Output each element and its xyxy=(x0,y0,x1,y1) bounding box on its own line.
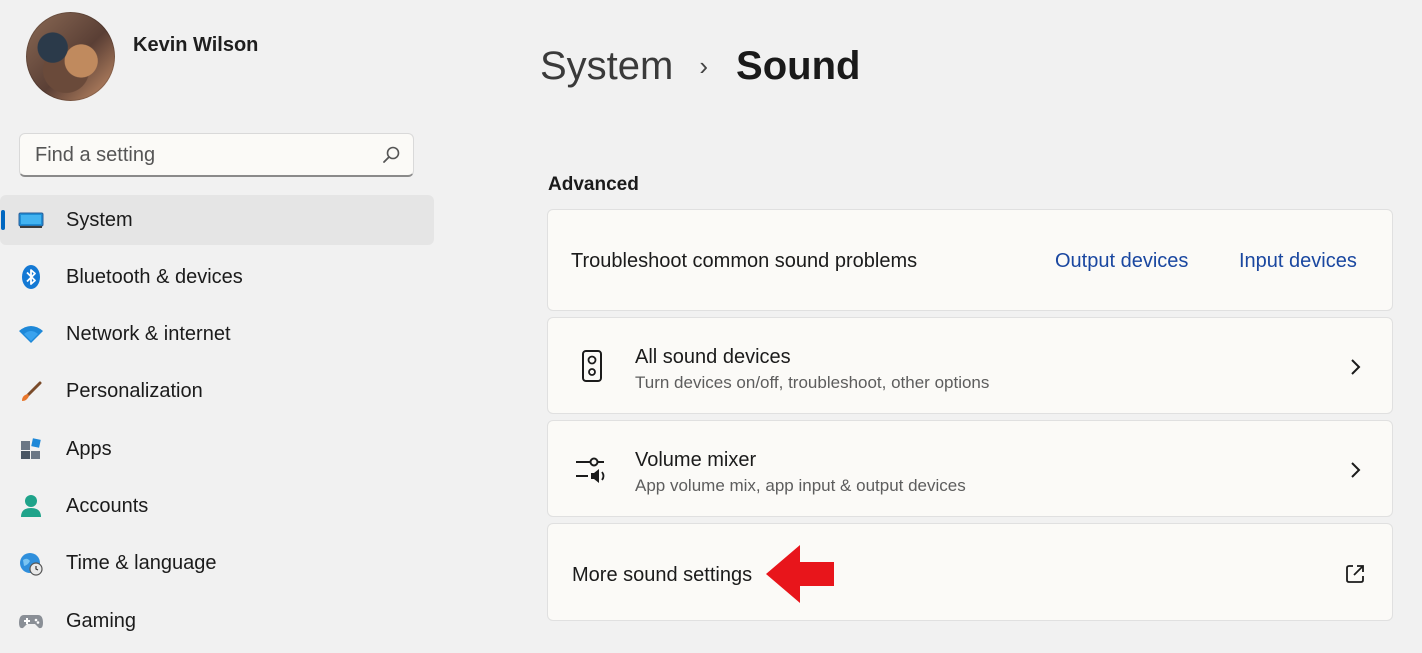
input-devices-link[interactable]: Input devices xyxy=(1239,250,1357,273)
breadcrumb: System › Sound xyxy=(540,44,860,89)
sidebar-item-label: Bluetooth & devices xyxy=(66,265,243,288)
sidebar-item-time-language[interactable]: Time & language xyxy=(0,539,434,589)
search-icon[interactable] xyxy=(381,145,401,165)
annotation-arrow-icon xyxy=(766,545,834,603)
profile-name: Kevin Wilson xyxy=(133,34,259,56)
wifi-icon xyxy=(18,322,44,348)
sidebar-item-bluetooth[interactable]: Bluetooth & devices xyxy=(0,252,434,302)
page-title: Sound xyxy=(736,44,861,88)
chevron-right-icon: › xyxy=(699,51,709,81)
avatar[interactable] xyxy=(26,12,115,101)
sidebar-item-label: Personalization xyxy=(66,380,203,403)
chevron-right-icon xyxy=(1351,359,1361,375)
sidebar-item-personalization[interactable]: Personalization xyxy=(0,367,434,417)
sidebar-item-label: Gaming xyxy=(66,609,137,632)
search-box[interactable] xyxy=(19,133,414,177)
sidebar: Kevin Wilson System xyxy=(0,0,440,635)
volume-mixer-icon xyxy=(576,457,605,483)
brush-icon xyxy=(18,379,44,405)
user-profile[interactable]: Kevin Wilson xyxy=(26,12,258,101)
output-devices-link[interactable]: Output devices xyxy=(1055,250,1188,273)
all-sound-devices-subtitle: Turn devices on/off, troubleshoot, other… xyxy=(635,373,990,392)
troubleshoot-card: Troubleshoot common sound problems Outpu… xyxy=(547,209,1393,311)
breadcrumb-parent[interactable]: System xyxy=(540,44,673,89)
search-input[interactable] xyxy=(20,134,377,176)
volume-mixer-subtitle: App volume mix, app input & output devic… xyxy=(635,476,966,495)
gamepad-icon xyxy=(18,608,44,634)
apps-icon xyxy=(18,436,44,462)
sidebar-item-accounts[interactable]: Accounts xyxy=(0,481,434,531)
open-external-icon[interactable] xyxy=(1344,563,1366,585)
accounts-icon xyxy=(18,493,44,519)
volume-mixer-row[interactable]: Volume mixer App volume mix, app input &… xyxy=(547,420,1393,517)
all-sound-devices-title: All sound devices xyxy=(635,346,791,368)
sidebar-item-label: System xyxy=(66,208,133,231)
sidebar-item-label: Accounts xyxy=(66,494,149,517)
sidebar-item-apps[interactable]: Apps xyxy=(0,424,434,474)
sidebar-item-gaming[interactable]: Gaming xyxy=(0,596,434,646)
sidebar-item-system[interactable]: System xyxy=(0,195,434,245)
speaker-icon xyxy=(582,350,602,382)
section-title-advanced: Advanced xyxy=(548,174,639,195)
sidebar-nav: System Bluetooth & devices Network & int… xyxy=(0,195,434,653)
system-monitor-icon xyxy=(18,207,44,233)
globe-clock-icon xyxy=(18,551,44,577)
volume-mixer-title: Volume mixer xyxy=(635,449,757,471)
sidebar-item-label: Apps xyxy=(66,437,112,460)
sidebar-item-label: Time & language xyxy=(66,552,217,575)
all-sound-devices-row[interactable]: All sound devices Turn devices on/off, t… xyxy=(547,317,1393,414)
sidebar-item-network[interactable]: Network & internet xyxy=(0,310,434,360)
troubleshoot-label: Troubleshoot common sound problems xyxy=(571,250,918,272)
more-sound-settings-row[interactable]: More sound settings xyxy=(547,523,1393,621)
more-sound-settings-label: More sound settings xyxy=(572,564,753,586)
bluetooth-icon xyxy=(18,264,44,290)
sidebar-item-label: Network & internet xyxy=(66,323,231,346)
chevron-right-icon xyxy=(1351,462,1361,478)
